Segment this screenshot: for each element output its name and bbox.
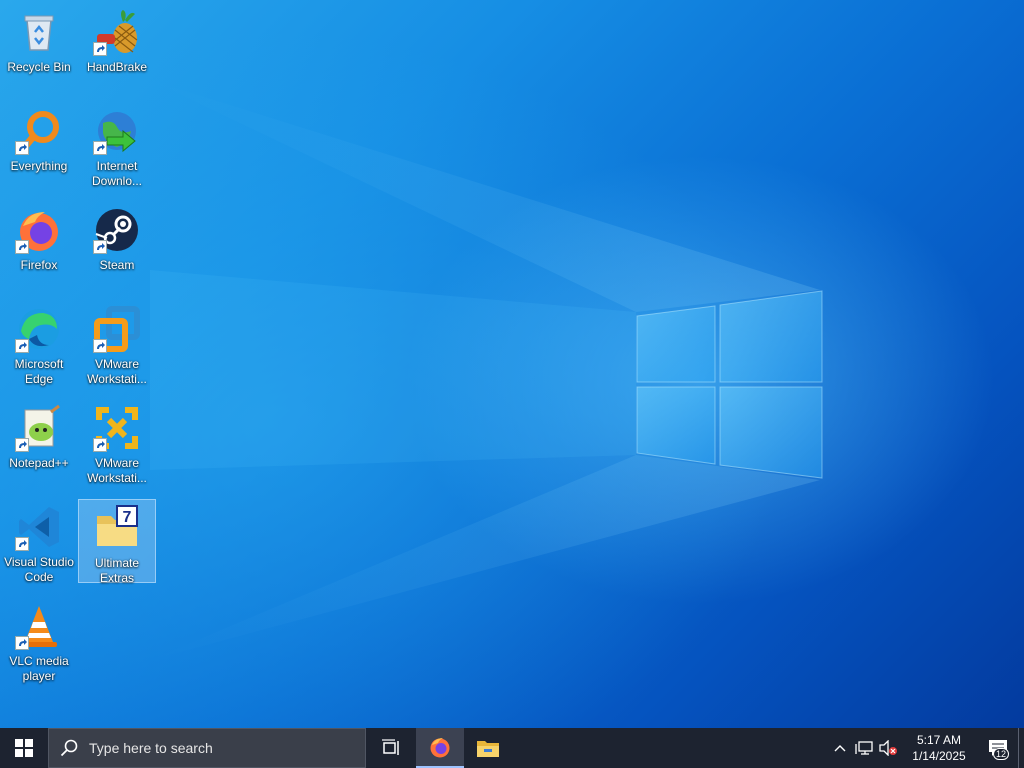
folder-icon: 7 (93, 504, 141, 552)
windows-start-icon (15, 739, 33, 757)
desktop-icon-label: Everything (10, 159, 68, 173)
desktop-icon-vlc[interactable]: VLC media player (0, 598, 78, 683)
desktop-icon-everything[interactable]: Everything (0, 103, 78, 187)
desktop-icon-label: Firefox (20, 258, 58, 272)
desktop-icon-recycle-bin[interactable]: Recycle Bin (0, 4, 78, 88)
desktop-icon-visual-studio-code[interactable]: Visual Studio Code (0, 499, 78, 584)
desktop-icon-label: Ultimate Extras (94, 556, 139, 585)
search-icon (49, 739, 89, 757)
chevron-up-icon (834, 745, 846, 752)
firefox-icon (430, 738, 450, 758)
task-view-button[interactable] (368, 728, 416, 768)
desktop-icon-steam[interactable]: Steam (78, 202, 156, 286)
taskbar-clock[interactable]: 5:17 AM 1/14/2025 (906, 732, 972, 764)
volume-button[interactable] (876, 728, 900, 768)
desktop-icon-label: HandBrake (86, 60, 148, 74)
desktop-icon-firefox[interactable]: Firefox (0, 202, 78, 286)
taskbar-file-explorer-button[interactable] (464, 728, 512, 768)
desktop-icon-label: VLC media player (9, 654, 69, 683)
desktop-icon-label: Internet Downlo... (91, 159, 143, 188)
clock-time: 5:17 AM (916, 733, 962, 747)
shortcut-arrow-icon (15, 141, 29, 155)
everything-search-icon (15, 107, 63, 155)
desktop-icon-notepad-plus-plus[interactable]: Notepad++ (0, 400, 78, 484)
volume-muted-icon (879, 740, 897, 756)
shortcut-arrow-icon (93, 240, 107, 254)
shortcut-arrow-icon (15, 537, 29, 551)
shortcut-arrow-icon (15, 438, 29, 452)
action-center-button[interactable]: 12 (978, 728, 1018, 768)
shortcut-arrow-icon (93, 42, 107, 56)
taskbar-firefox-button[interactable] (416, 728, 464, 768)
shortcut-arrow-icon (15, 636, 29, 650)
task-view-icon (382, 739, 399, 755)
handbrake-icon (93, 8, 141, 56)
desktop-icon-label: Microsoft Edge (14, 357, 64, 386)
notification-count-badge: 12 (992, 748, 1009, 760)
clock-date: 1/14/2025 (912, 749, 966, 763)
edge-icon (15, 305, 63, 353)
desktop-icon-label: Notepad++ (9, 456, 69, 470)
desktop-icon-internet-download-manager[interactable]: Internet Downlo... (78, 103, 156, 188)
desktop-icon-vmware-workstation[interactable]: VMware Workstati... (78, 301, 156, 386)
taskbar-search-box[interactable]: Type here to search (48, 728, 366, 768)
desktop-icon-handbrake[interactable]: HandBrake (78, 4, 156, 88)
desktop-icon-vmware-workstation-player[interactable]: VMware Workstati... (78, 400, 156, 485)
vlc-icon (15, 602, 63, 650)
network-button[interactable] (852, 728, 876, 768)
shortcut-arrow-icon (93, 438, 107, 452)
firefox-icon (15, 206, 63, 254)
vmware-workstation-icon (93, 305, 141, 353)
show-hidden-icons-button[interactable] (828, 728, 852, 768)
desktop-icon-ultimate-extras[interactable]: 7 Ultimate Extras (78, 499, 156, 585)
shortcut-arrow-icon (15, 240, 29, 254)
search-placeholder: Type here to search (89, 740, 213, 756)
show-desktop-button[interactable] (1018, 728, 1024, 768)
file-explorer-icon (477, 741, 499, 757)
vmware-workstation-player-icon (93, 404, 141, 452)
desktop-icon-label: VMware Workstati... (87, 456, 147, 485)
internet-download-manager-icon (93, 107, 141, 155)
notepad-plus-plus-icon (15, 404, 63, 452)
vscode-icon (15, 503, 63, 551)
desktop-icon-label: Recycle Bin (7, 60, 71, 74)
taskbar: Type here to search 5:17 AM 1/14/2025 12 (0, 728, 1024, 768)
desktop-icon-label: Visual Studio Code (4, 555, 74, 584)
desktop-icon-label: Steam (99, 258, 135, 272)
shortcut-arrow-icon (15, 339, 29, 353)
shortcut-arrow-icon (93, 141, 107, 155)
steam-icon (93, 206, 141, 254)
shortcut-arrow-icon (93, 339, 107, 353)
desktop-icon-label: VMware Workstati... (87, 357, 147, 386)
network-icon (855, 741, 873, 755)
start-button[interactable] (0, 728, 48, 768)
desktop-icon-microsoft-edge[interactable]: Microsoft Edge (0, 301, 78, 386)
system-tray: 5:17 AM 1/14/2025 12 (828, 728, 1024, 768)
recycle-bin-icon (15, 8, 63, 56)
svg-text:7: 7 (123, 509, 132, 526)
